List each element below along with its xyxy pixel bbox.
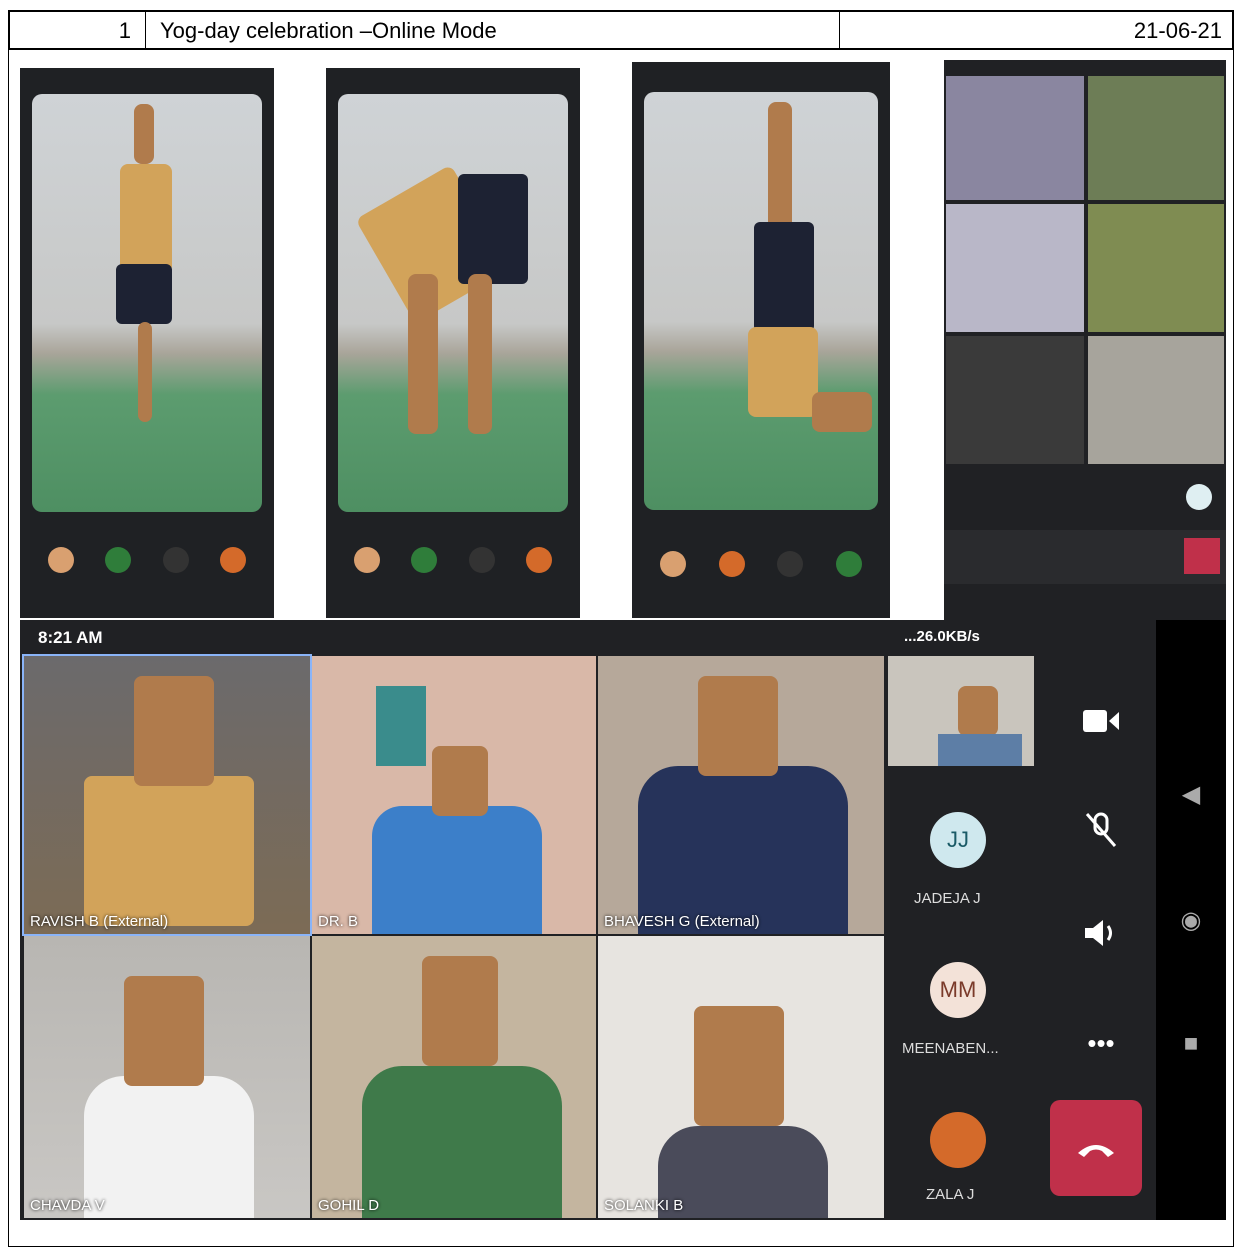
participant-bar-2 <box>338 538 568 582</box>
side-participant-name: ZALA J <box>926 1186 975 1203</box>
participant-name: RAVISH B (External) <box>30 913 169 930</box>
participant-tile-5[interactable]: GOHIL D <box>312 936 596 1218</box>
avatar-jj: JJ <box>930 812 986 868</box>
event-date: 21-06-21 <box>1133 18 1222 43</box>
end-call-button[interactable] <box>1184 538 1220 574</box>
phone-screenshot-2 <box>326 68 580 618</box>
avatar-photo <box>930 1112 986 1168</box>
row-number: 1 <box>10 12 146 48</box>
participant-name: BHAVESH G (External) <box>604 913 760 930</box>
participant-tile-4[interactable]: CHAVDA V <box>24 936 310 1218</box>
back-icon[interactable]: ◀ <box>1156 780 1226 809</box>
end-call-button[interactable] <box>1050 1100 1142 1196</box>
participant-name: DR. B <box>318 913 359 930</box>
event-title: Yog-day celebration –Online Mode <box>146 12 840 48</box>
participant-bar-3 <box>644 542 878 586</box>
call-control-bar <box>944 530 1226 584</box>
participant-name: GOHIL D <box>318 1197 380 1214</box>
avatar <box>1186 484 1212 510</box>
status-bar: 8:21 AM ...26.0KB/s <box>20 620 1220 656</box>
avatar-mm: MM <box>930 962 986 1018</box>
side-participant-name: MEENABEN... <box>902 1040 999 1057</box>
recents-icon[interactable]: ■ <box>1156 1030 1226 1058</box>
android-nav-bar: ◀ ◉ ■ <box>1156 620 1226 1220</box>
phone-screenshot-3 <box>632 62 890 618</box>
more-icon[interactable]: ••• <box>1066 1028 1136 1068</box>
home-icon[interactable]: ◉ <box>1156 906 1226 935</box>
speaker-icon[interactable] <box>1066 916 1136 966</box>
side-participants-column: JJ JADEJA J MM MEENABEN... ZALA J <box>886 656 1036 1220</box>
participant-name: CHAVDA V <box>30 1197 105 1214</box>
phone-screenshot-4-grid <box>944 60 1226 620</box>
participant-tile-3[interactable]: BHAVESH G (External) <box>598 656 884 934</box>
header-table-row: 1 Yog-day celebration –Online Mode 21-06… <box>8 10 1234 50</box>
presenter-thumbnail[interactable] <box>888 656 1034 766</box>
yoga-video-3 <box>644 92 878 510</box>
status-time: 8:21 AM <box>38 628 103 647</box>
yoga-video-1 <box>32 94 262 512</box>
camera-icon[interactable] <box>1066 706 1136 756</box>
side-participant-name: JADEJA J <box>914 890 981 907</box>
participant-tile-6[interactable]: SOLANKI B <box>598 936 884 1218</box>
yoga-video-2 <box>338 94 568 512</box>
participant-tile-2[interactable]: DR. B <box>312 656 596 934</box>
mic-off-icon[interactable] <box>1066 810 1136 860</box>
network-speed: ...26.0KB/s <box>904 628 980 645</box>
participant-bar-1 <box>32 538 262 582</box>
participant-tile-1[interactable]: RAVISH B (External) <box>22 654 312 936</box>
participant-name: SOLANKI B <box>604 1197 684 1214</box>
phone-screenshot-1 <box>20 68 274 618</box>
